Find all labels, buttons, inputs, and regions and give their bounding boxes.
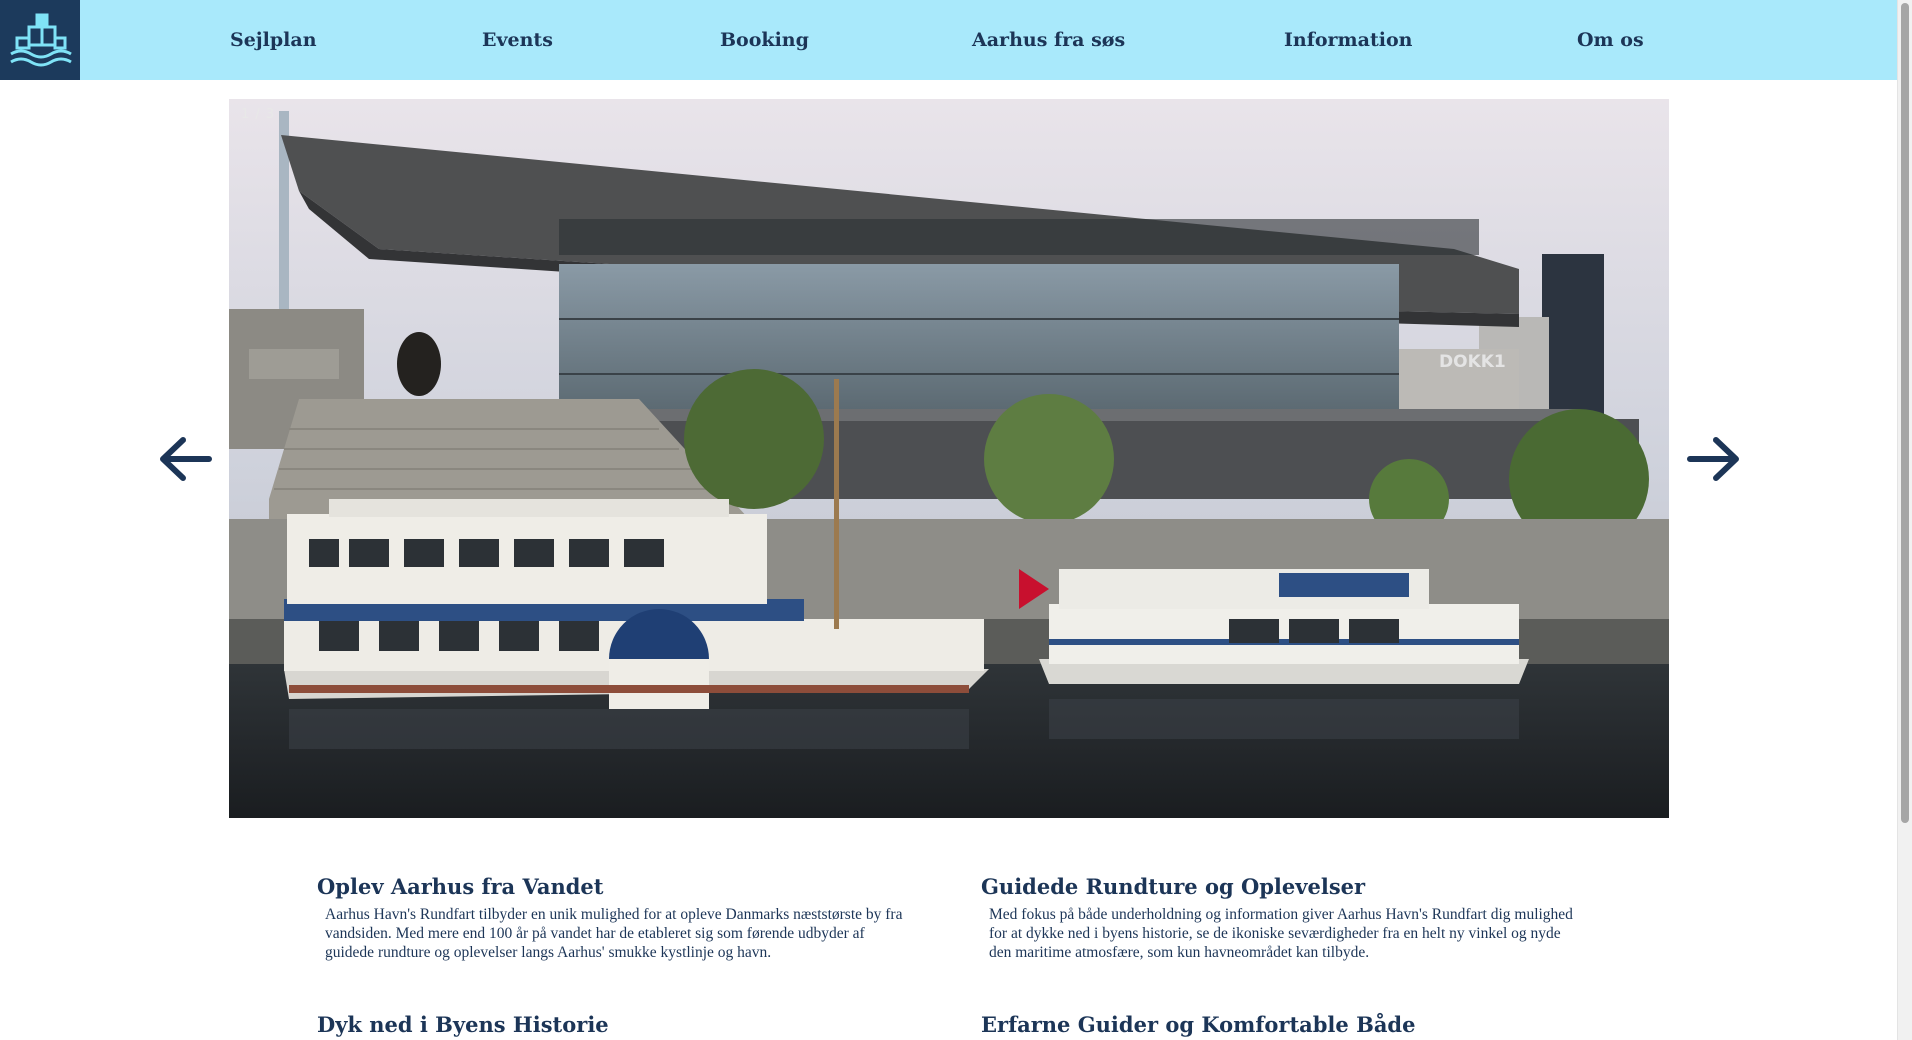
section-body: Med fokus på både underholdning og infor… — [989, 906, 1573, 961]
section-oplev-aarhus: Oplev Aarhus fra Vandet Aarhus Havn's Ru… — [317, 874, 917, 962]
page-scrollbar[interactable] — [1897, 0, 1912, 1040]
harbor-photo: DOKK1 — [229, 99, 1669, 818]
top-navigation: Sejlplan Events Booking Aarhus fra søs I… — [0, 0, 1898, 80]
arrow-left-icon — [160, 437, 212, 481]
section-title: Erfarne Guider og Komfortable Både — [981, 1012, 1416, 1037]
section-title: Dyk ned i Byens Historie — [317, 1012, 609, 1037]
slider-image: DOKK1 1 / 3 — [229, 99, 1669, 818]
section-title: Guidede Rundture og Oplevelser — [981, 874, 1366, 899]
nav-events[interactable]: Events — [482, 0, 553, 80]
section-erfarne-guider: Erfarne Guider og Komfortable Både — [981, 1012, 1581, 1037]
svg-text:DOKK1: DOKK1 — [1439, 352, 1506, 372]
section-title: Oplev Aarhus fra Vandet — [317, 874, 604, 899]
arrow-right-icon — [1687, 437, 1739, 481]
slide-counter: 1 / 3 — [241, 107, 276, 122]
nav-om-os[interactable]: Om os — [1577, 0, 1644, 80]
nav-booking[interactable]: Booking — [720, 0, 809, 80]
section-dyk-ned-historie: Dyk ned i Byens Historie — [317, 1012, 917, 1037]
logo[interactable] — [0, 0, 80, 80]
nav-sejlplan[interactable]: Sejlplan — [230, 0, 317, 80]
slider-prev-button[interactable] — [155, 432, 215, 486]
nav-aarhus-fra-sos[interactable]: Aarhus fra søs — [972, 0, 1125, 80]
slider-next-button[interactable] — [1684, 432, 1744, 486]
boat-logo-icon — [10, 13, 72, 67]
nav-information[interactable]: Information — [1284, 0, 1412, 80]
scrollbar-thumb[interactable] — [1901, 3, 1909, 823]
section-body: Aarhus Havn's Rundfart tilbyder en unik … — [325, 906, 903, 961]
section-guidede-rundture: Guidede Rundture og Oplevelser Med fokus… — [981, 874, 1581, 962]
